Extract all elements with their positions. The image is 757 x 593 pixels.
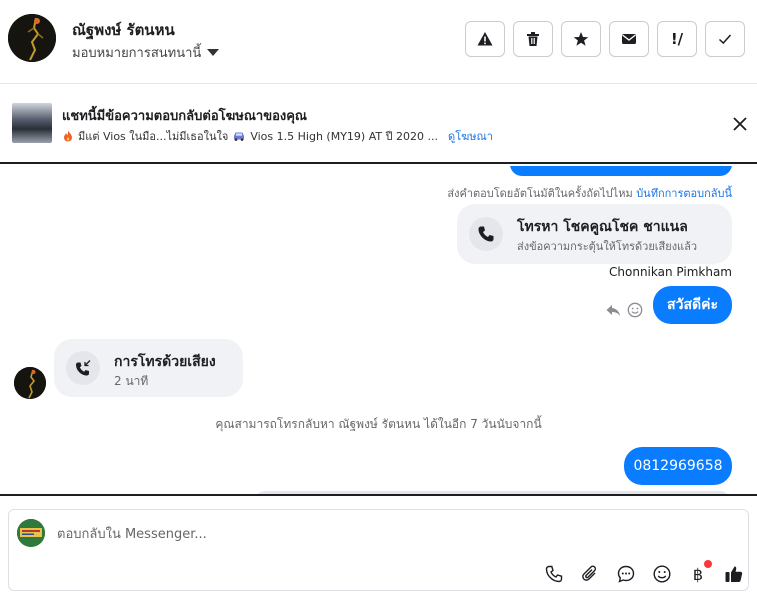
fire-icon <box>64 130 72 142</box>
saved-replies-button[interactable] <box>614 562 638 586</box>
spam-button[interactable] <box>465 21 505 57</box>
voice-call-button[interactable] <box>542 562 566 586</box>
follow-up-icon: !/ <box>670 30 684 48</box>
message-bubble[interactable]: สวัสดีค่ะ <box>653 286 732 324</box>
save-reply-link[interactable]: บันทึกการตอบกลับนี้ <box>636 187 732 200</box>
header-actions: !/ <box>465 21 745 57</box>
outgoing-call-card[interactable]: โทรหา โชคคูณโชค ชาแนล ส่งข้อความกระตุ้นใ… <box>457 204 732 264</box>
assign-conversation-dropdown[interactable]: มอบหมายการสนทนานี้ <box>72 42 220 63</box>
trash-icon <box>527 32 539 46</box>
contact-avatar[interactable] <box>8 14 56 62</box>
ad-banner-subtitle: มีแต่ Vios ในมือ...ไม่มีเธอในใจ Vios 1.5… <box>62 127 493 145</box>
mark-done-button[interactable] <box>705 21 745 57</box>
outgoing-call-title: โทรหา โชคคูณโชค ชาแนล <box>517 219 688 235</box>
divider <box>0 494 757 496</box>
mark-unread-button[interactable] <box>609 21 649 57</box>
conversation-header: ณัฐพงษ์ รัตนหน มอบหมายการสนทนานี้ !/ <box>0 0 757 84</box>
ad-car-text: Vios 1.5 High (MY19) AT ปี 2020 ... <box>250 130 439 143</box>
page-avatar <box>17 519 45 547</box>
check-icon <box>718 34 732 45</box>
baht-icon: ฿ <box>692 564 704 584</box>
envelope-icon <box>622 34 636 44</box>
close-icon[interactable] <box>731 115 749 133</box>
emoji-button[interactable] <box>650 562 674 586</box>
thumbs-up-icon <box>725 566 743 582</box>
sender-name: Chonnikan Pimkham <box>609 265 732 279</box>
follow-up-button[interactable]: !/ <box>657 21 697 57</box>
auto-reply-text: ส่งคำตอบโดยอัตโนมัติในครั้งถัดไปไหม <box>447 187 633 200</box>
auto-reply-prompt: ส่งคำตอบโดยอัตโนมัติในครั้งถัดไปไหม บันท… <box>447 184 732 202</box>
notification-dot <box>704 560 712 568</box>
message-bubble[interactable]: 0812969658 <box>624 447 732 485</box>
composer-toolbar: ฿ <box>542 560 746 586</box>
message-bubble-partial <box>510 166 732 176</box>
contact-name: ณัฐพงษ์ รัตนหน <box>72 21 175 39</box>
warning-icon <box>477 32 493 46</box>
caret-down-icon <box>207 49 220 56</box>
payment-button[interactable]: ฿ <box>686 560 712 586</box>
delete-button[interactable] <box>513 21 553 57</box>
phone-incoming-icon <box>66 351 100 385</box>
car-icon <box>234 132 245 141</box>
message-actions <box>605 302 643 318</box>
incoming-call-title: การโทรด้วยเสียง <box>114 354 216 370</box>
star-icon <box>573 32 589 46</box>
star-button[interactable] <box>561 21 601 57</box>
contact-avatar-small[interactable] <box>14 367 46 399</box>
message-composer: ฿ <box>8 509 749 591</box>
call-duration: 2 นาที <box>114 374 149 388</box>
ad-thumbnail[interactable] <box>12 103 52 143</box>
emoji-icon <box>653 565 671 583</box>
callback-note: คุณสามารถโทรกลับหา ณัฐพงษ์ รัตนหน ได้ในอ… <box>215 417 542 431</box>
chat-bubble-icon <box>617 565 635 583</box>
attach-button[interactable] <box>578 562 602 586</box>
phone-icon <box>469 217 503 251</box>
ad-subtitle-text: มีแต่ Vios ในมือ...ไม่มีเธอในใจ <box>78 130 229 143</box>
phone-icon <box>545 565 563 583</box>
reply-input[interactable] <box>57 524 457 544</box>
reply-icon[interactable] <box>605 302 621 318</box>
ad-reply-banner: แชทนี้มีข้อความตอบกลับต่อโฆษณาของคุณ มีแ… <box>0 85 757 164</box>
emoji-react-icon[interactable] <box>627 302 643 318</box>
ad-banner-title: แชทนี้มีข้อความตอบกลับต่อโฆษณาของคุณ <box>62 109 307 124</box>
like-button[interactable] <box>722 562 746 586</box>
view-ad-link[interactable]: ดูโฆษณา <box>448 127 493 145</box>
paperclip-icon <box>582 565 597 581</box>
outgoing-call-subtitle: ส่งข้อความกระตุ้นให้โทรด้วยเสียงแล้ว <box>517 240 698 253</box>
assign-label: มอบหมายการสนทนานี้ <box>72 46 202 61</box>
incoming-call-card[interactable]: การโทรด้วยเสียง 2 นาที <box>54 339 243 397</box>
message-thread[interactable]: ส่งคำตอบโดยอัตโนมัติในครั้งถัดไปไหม บันท… <box>0 166 757 494</box>
